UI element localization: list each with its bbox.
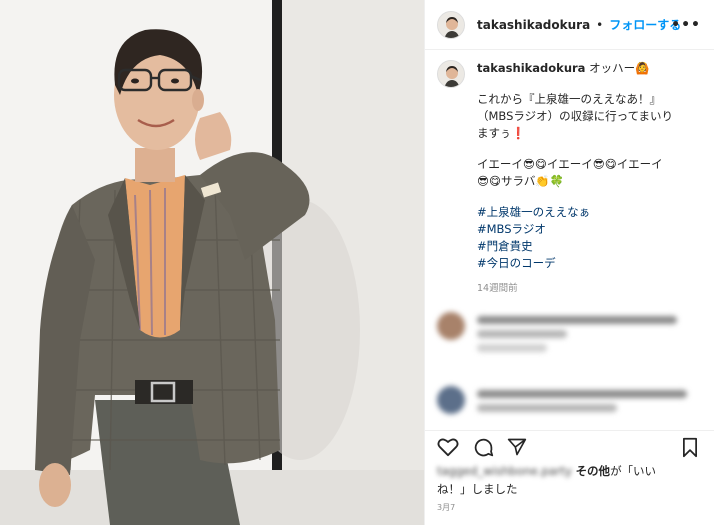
share-icon[interactable] — [507, 437, 527, 461]
comment-icon[interactable] — [473, 437, 494, 462]
caption-avatar[interactable] — [437, 60, 465, 88]
hashtag-link[interactable]: #MBSラジオ — [477, 221, 702, 238]
avatar-image — [438, 11, 464, 38]
comment-text — [477, 404, 617, 412]
share-icon-svg — [507, 438, 527, 456]
likes-others-link[interactable]: その他 — [576, 464, 611, 478]
caption-body: これから『上泉雄一のええなあ！』 （MBSラジオ）の収録に行ってまいり ますぅ❗ — [477, 92, 674, 140]
post-photo[interactable] — [0, 0, 424, 525]
comment-text — [477, 330, 567, 338]
comment-meta — [477, 344, 547, 352]
hashtag-list: #上泉雄一のええなぁ #MBSラジオ #門倉貴史 #今日のコーデ — [477, 204, 702, 272]
liked-by-user[interactable]: tagged_wishbone.party — [437, 464, 572, 478]
caption: takashikadokura オッハー🙆 これから『上泉雄一のええなあ！』 （… — [437, 60, 705, 297]
more-icon[interactable]: ••• — [671, 17, 701, 33]
caption-lead: オッハー🙆 — [589, 61, 650, 75]
bookmark-icon[interactable] — [681, 437, 699, 462]
separator-dot: • — [596, 17, 604, 32]
comment-item — [437, 308, 707, 352]
action-bar — [425, 430, 714, 464]
heart-icon[interactable] — [437, 437, 459, 461]
avatar-image — [438, 61, 464, 87]
caption-time: 14週間前 — [477, 283, 518, 294]
caption-text: takashikadokura オッハー🙆 これから『上泉雄一のええなあ！』 （… — [477, 60, 702, 297]
bookmark-icon-svg — [683, 437, 697, 458]
heart-icon-svg — [437, 438, 459, 457]
hashtag-link[interactable]: #門倉貴史 — [477, 238, 702, 255]
caption-body-2: イエーイ😎😋イエーイ😎😋イエーイ 😎😋サラバ👏🍀 — [477, 157, 663, 188]
comment-text — [477, 390, 687, 398]
post-panel: takashikadokura • フォローする ••• takashikado… — [424, 0, 714, 525]
hashtag-link[interactable]: #今日のコーデ — [477, 255, 702, 272]
comment-avatar — [437, 312, 465, 340]
post-date: 3月7 — [437, 503, 456, 512]
comment-item — [437, 382, 707, 422]
hashtag-link[interactable]: #上泉雄一のええなぁ — [477, 204, 702, 221]
comment-text — [477, 316, 677, 324]
caption-username[interactable]: takashikadokura — [477, 61, 585, 75]
username[interactable]: takashikadokura — [477, 18, 590, 32]
post-header: takashikadokura • フォローする ••• — [425, 0, 714, 50]
comment-icon-svg — [474, 438, 494, 457]
avatar[interactable] — [437, 10, 465, 39]
photo-illustration — [0, 0, 424, 525]
comment-avatar — [437, 386, 465, 414]
likes-summary: tagged_wishbone.party その他が「いい ね！」しました — [437, 462, 707, 498]
